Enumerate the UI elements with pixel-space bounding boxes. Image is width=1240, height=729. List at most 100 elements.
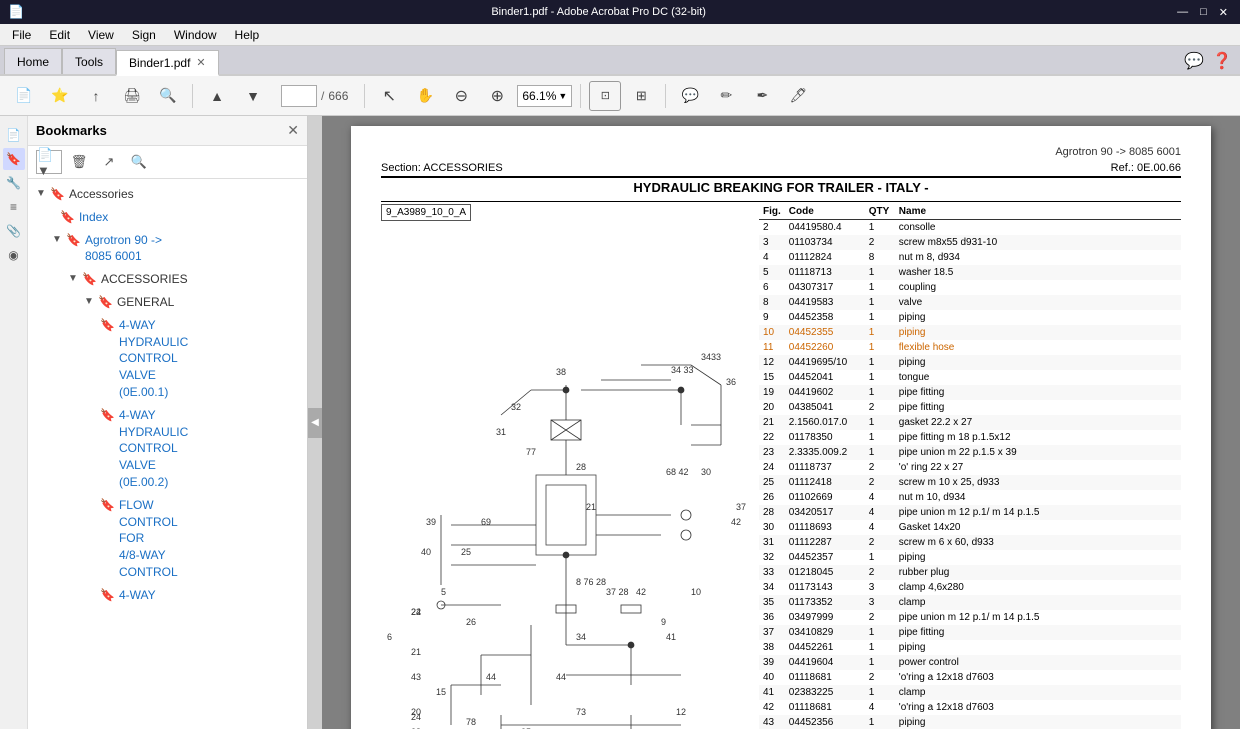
part-fig: 31 [759,535,785,550]
zoom-box[interactable]: 66.1% ▼ [517,85,572,107]
bm-general[interactable]: ▼ 🔖 GENERAL [28,291,307,314]
bookmarks-panel-button[interactable]: 🔖 [3,148,25,170]
comment-button[interactable]: 💬 [674,81,706,111]
part-name: pipe union m 12 p.1/ m 14 p.1.5 [895,610,1181,625]
bm-flow-control[interactable]: 🔖 FLOWCONTROLFOR4/8-WAYCONTROL [28,494,307,584]
sidebar-expand-button[interactable]: ↗ [96,150,122,174]
sidebar-shrink-button[interactable]: 🔍 [126,150,152,174]
sidebar-new-button[interactable]: 📄▼ [36,150,62,174]
pdf-viewer[interactable]: Agrotron 90 -> 8085 6001 Section: ACCESS… [322,116,1240,729]
menu-sign[interactable]: Sign [124,26,164,44]
part-fig: 8 [759,295,785,310]
bm-toggle-accessories[interactable]: ▼ [36,188,46,199]
select-tool-button[interactable]: ↖ [373,81,405,111]
tab-tools[interactable]: Tools [62,48,116,74]
zoom-out-button[interactable]: ⊖ [445,81,477,111]
bm-4way-1[interactable]: 🔖 4-WAYHYDRAULICCONTROLVALVE(0E.00.1) [28,314,307,404]
layers-panel-button[interactable]: ≡ [3,196,25,218]
bm-toggle-accessories-sub[interactable]: ▼ [68,273,78,284]
marquee-zoom-button[interactable]: ⊞ [625,81,657,111]
zoom-dropdown-icon[interactable]: ▼ [558,91,567,101]
destinations-panel-button[interactable]: ◉ [3,244,25,266]
part-name: 'o'ring a 12x18 d7603 [895,670,1181,685]
draw-button[interactable]: ✒ [746,81,778,111]
agrotron-header-text: Agrotron 90 -> 8085 6001 [1055,146,1181,158]
titlebar-icon: 📄 [8,4,24,20]
pages-panel-button[interactable]: 📄 [3,124,25,146]
table-row: 23 2.3335.009.2 1 pipe union m 22 p.1.5 … [759,445,1181,460]
bm-accessories-sub[interactable]: ▼ 🔖 ACCESSORIES [28,268,307,291]
next-page-button[interactable]: ▼ [237,81,269,111]
hand-tool-button[interactable]: ✋ [409,81,441,111]
bookmark-button[interactable]: ⭐ [44,81,76,111]
prev-page-button[interactable]: ▲ [201,81,233,111]
bm-toggle-general[interactable]: ▼ [84,296,94,307]
close-button[interactable]: ✕ [1215,6,1232,19]
part-qty: 1 [865,625,895,640]
zoom-value: 66.1% [522,89,556,103]
tab-home[interactable]: Home [4,48,62,74]
bm-accessories[interactable]: ▼ 🔖 Accessories [28,183,307,206]
zoom-in-button[interactable]: ⊕ [481,81,513,111]
bm-4way-partial[interactable]: 🔖 4-WAY [28,584,307,607]
open-button[interactable]: ↑ [80,81,112,111]
svg-text:21: 21 [586,502,596,512]
tab-binder[interactable]: Binder1.pdf ✕ [116,50,219,76]
svg-text:42: 42 [636,587,646,597]
sidebar-collapse-button[interactable]: ◀ [308,408,322,438]
new-file-button[interactable]: 📄 [8,81,40,111]
menu-window[interactable]: Window [166,26,225,44]
menu-view[interactable]: View [80,26,122,44]
part-name: piping [895,325,1181,340]
part-fig: 22 [759,430,785,445]
menu-edit[interactable]: Edit [41,26,78,44]
part-fig: 25 [759,475,785,490]
part-name: piping [895,640,1181,655]
bm-agrotron[interactable]: ▼ 🔖 Agrotron 90 ->8085 6001 [28,229,307,269]
menubar: File Edit View Sign Window Help [0,24,1240,46]
sidebar-delete-button[interactable]: 🗑 [66,150,92,174]
tabbar: Home Tools Binder1.pdf ✕ 💬 ❓ [0,46,1240,76]
part-code: 01118737 [785,460,865,475]
part-fig: 24 [759,460,785,475]
sidebar-close-button[interactable]: ✕ [287,122,299,139]
svg-text:8 76 28: 8 76 28 [576,577,606,587]
tab-close-button[interactable]: ✕ [196,56,205,69]
part-qty: 2 [865,460,895,475]
svg-text:34 33: 34 33 [671,365,694,375]
part-qty: 1 [865,265,895,280]
help-icon[interactable]: ❓ [1212,51,1232,71]
table-row: 10 04452355 1 piping [759,325,1181,340]
print-button[interactable]: 🖨 [116,81,148,111]
part-fig: 2 [759,220,785,236]
stamp-button[interactable]: 🖊 [782,81,814,111]
table-row: 34 01173143 3 clamp 4,6x280 [759,580,1181,595]
search-button[interactable]: 🔍 [152,81,184,111]
table-row: 19 04419602 1 pipe fitting [759,385,1181,400]
highlight-button[interactable]: ✏ [710,81,742,111]
tools-panel-button[interactable]: 🔧 [3,172,25,194]
bm-4way-2[interactable]: 🔖 4-WAYHYDRAULICCONTROLVALVE(0E.00.2) [28,404,307,494]
bm-index[interactable]: 🔖 Index [28,206,307,229]
page-sep: / [321,89,324,103]
bm-icon-flow-control: 🔖 [100,498,115,512]
section-title: HYDRAULIC BREAKING FOR TRAILER - ITALY - [381,180,1181,195]
part-name: rubber plug [895,565,1181,580]
bm-icon-accessories: 🔖 [50,187,65,201]
tab-binder-label: Binder1.pdf [129,56,190,70]
minimize-button[interactable]: — [1173,6,1192,19]
page-total: 666 [328,89,348,103]
part-code: 01173143 [785,580,865,595]
fit-page-button[interactable]: ⊡ [589,81,621,111]
maximize-button[interactable]: □ [1196,6,1211,19]
menu-help[interactable]: Help [227,26,268,44]
sidebar-content[interactable]: ▼ 🔖 Accessories 🔖 Index ▼ 🔖 Agrotron 90 … [28,179,307,729]
page-number-input[interactable]: 73 [281,85,317,107]
table-row: 37 03410829 1 pipe fitting [759,625,1181,640]
chat-icon[interactable]: 💬 [1184,51,1204,71]
bm-toggle-agrotron[interactable]: ▼ [52,234,62,245]
table-row: 26 01102669 4 nut m 10, d934 [759,490,1181,505]
menu-file[interactable]: File [4,26,39,44]
attachments-panel-button[interactable]: 📎 [3,220,25,242]
main-area: 📄 🔖 🔧 ≡ 📎 ◉ Bookmarks ✕ 📄▼ 🗑 ↗ 🔍 ▼ 🔖 Acc… [0,116,1240,729]
